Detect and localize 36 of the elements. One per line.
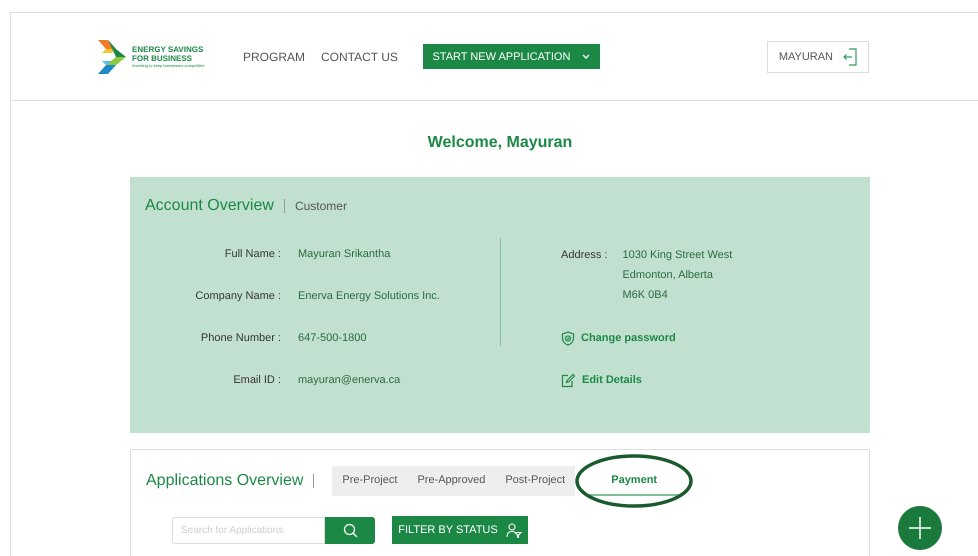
shield-icon xyxy=(561,330,575,346)
logo-title: FOR BUSINESS xyxy=(132,54,194,62)
search-icon xyxy=(342,522,358,538)
status-tab[interactable]: Pre-Project xyxy=(332,466,408,496)
filter-by-status-button[interactable]: FILTER BY STATUS xyxy=(392,516,528,544)
section-title: Applications Overview xyxy=(146,472,304,490)
account-role: Customer xyxy=(294,199,347,213)
chevron-logo-icon xyxy=(98,40,126,74)
field-label: Company Name : xyxy=(194,289,281,304)
user-filter-icon xyxy=(506,522,522,538)
plus-icon xyxy=(909,517,931,539)
user-logout-button[interactable]: MAYURAN xyxy=(766,40,869,72)
field-label: Full Name : xyxy=(224,247,281,262)
start-application-button[interactable]: START NEW APPLICATION xyxy=(422,44,600,69)
field-label: Phone Number : xyxy=(200,331,281,346)
caret-icon xyxy=(582,54,590,59)
logo-title: ENERGY SAVINGS xyxy=(132,44,204,54)
address-line: Edmonton, Alberta xyxy=(622,268,714,283)
edit-icon xyxy=(561,372,576,388)
status-tab[interactable]: Post-Project xyxy=(495,466,576,496)
field-value: mayuran@enerva.ca xyxy=(298,373,402,388)
logout-icon xyxy=(843,48,858,66)
welcome-heading: Welcome, Mayuran xyxy=(426,133,574,153)
field-value: Enerva Energy Solutions Inc. xyxy=(298,289,441,304)
status-tab[interactable]: Pre-Approved xyxy=(407,466,496,496)
field-value: 647-500-1800 xyxy=(298,331,368,346)
address-line: 1030 King Street West xyxy=(622,248,732,263)
field-label: Address : xyxy=(561,248,608,263)
field-label: Email ID : xyxy=(232,373,281,388)
search-button[interactable] xyxy=(325,516,375,544)
field-value: Mayuran Srikantha xyxy=(298,247,392,262)
nav-link[interactable]: PROGRAM xyxy=(243,50,306,64)
address-line: M6K 0B4 xyxy=(622,288,669,303)
add-button[interactable] xyxy=(898,506,942,550)
section-title: Account Overview xyxy=(145,197,274,215)
nav-link[interactable]: CONTACT US xyxy=(321,50,398,64)
